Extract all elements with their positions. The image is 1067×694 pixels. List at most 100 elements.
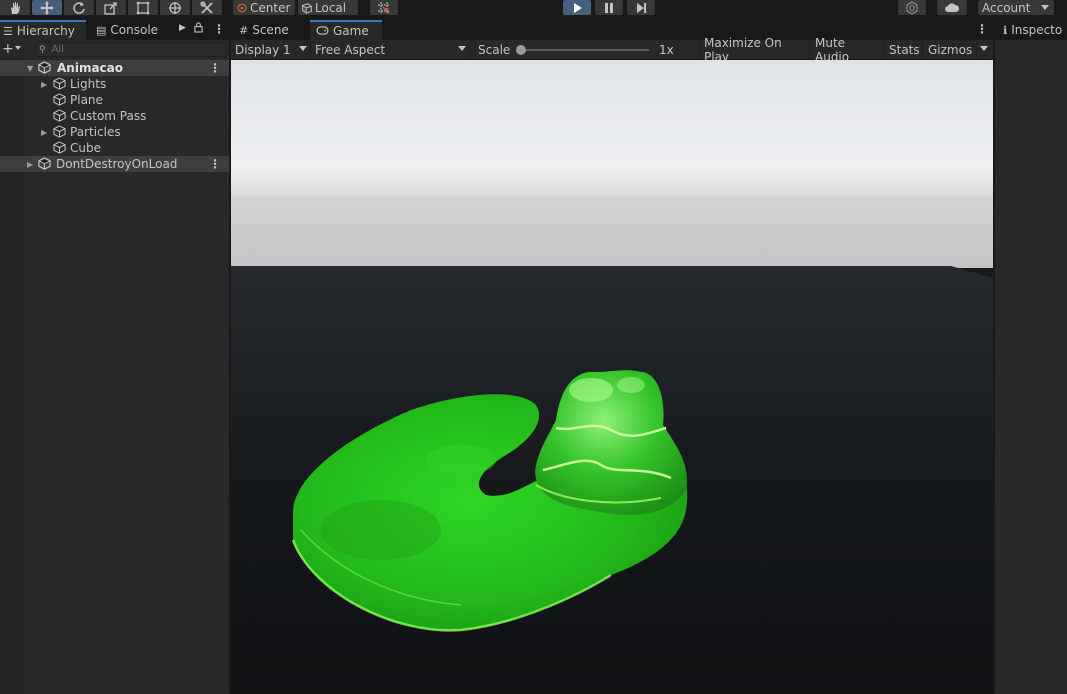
custom-tool-button[interactable]	[192, 0, 222, 15]
tab-hierarchy[interactable]: ☰ Hierarchy	[0, 20, 86, 40]
collapsed-arrow-icon[interactable]: ▶	[41, 80, 47, 89]
cloud-icon	[945, 2, 959, 12]
gameobject-cube-icon	[53, 93, 66, 106]
tab-inspector[interactable]: ℹ Inspecto	[1001, 20, 1067, 40]
play-icon	[574, 2, 582, 13]
tab-console-label: Console	[110, 23, 159, 37]
rect-tool-button[interactable]	[128, 0, 158, 15]
unity-scene-icon	[38, 157, 51, 170]
maximize-on-play-button[interactable]: Maximize On Play	[700, 36, 810, 64]
transform-tool-button[interactable]	[160, 0, 190, 15]
expanded-arrow-icon[interactable]: ▼	[27, 64, 33, 73]
collapsed-arrow-icon[interactable]: ▶	[27, 160, 33, 169]
hierarchy-item-label: Cube	[70, 141, 101, 155]
scene-menu-icon[interactable]: ⋮	[209, 61, 221, 75]
tab-hierarchy-label: Hierarchy	[16, 24, 75, 38]
rotate-tool-button[interactable]	[64, 0, 94, 15]
gizmos-label: Gizmos	[928, 42, 973, 57]
step-button[interactable]	[627, 0, 655, 15]
hierarchy-tab-bar: ☰ Hierarchy ▤ Console ▶ ⋮	[0, 20, 229, 40]
inspector-panel	[995, 40, 1067, 694]
play-button[interactable]	[563, 0, 591, 15]
aspect-dropdown[interactable]: Free Aspect	[311, 40, 471, 59]
hierarchy-item-lights[interactable]: ▶ Lights	[0, 76, 229, 92]
scale-value: 1x	[659, 42, 674, 57]
tab-inspector-label: Inspecto	[1011, 23, 1063, 37]
hierarchy-item-cube[interactable]: Cube	[0, 140, 229, 156]
grid-snap-icon	[378, 1, 390, 14]
panel-menu-icon[interactable]: ⋮	[213, 22, 225, 36]
move-tool-button[interactable]	[32, 0, 62, 15]
tab-game-label: Game	[333, 24, 369, 38]
play-mode-arrow-icon[interactable]: ▶	[179, 23, 186, 33]
account-label: Account	[982, 0, 1031, 15]
display-dropdown[interactable]: Display 1	[231, 40, 311, 59]
stats-label: Stats	[889, 42, 920, 57]
gizmos-dropdown[interactable]: Gizmos	[924, 40, 993, 59]
stats-button[interactable]: Stats	[885, 40, 923, 59]
add-icon[interactable]: +	[2, 41, 14, 57]
game-panel-menu-icon[interactable]: ⋮	[976, 22, 988, 36]
space-local-button[interactable]: Local	[298, 0, 358, 15]
mute-audio-button[interactable]: Mute Audio	[811, 36, 885, 64]
tab-game[interactable]: Game	[310, 20, 382, 40]
chevron-down-icon	[458, 46, 466, 51]
unity-scene-icon	[38, 61, 51, 74]
gamepad-icon	[316, 25, 329, 38]
space-label: Local	[315, 0, 347, 15]
pivot-icon	[237, 3, 247, 12]
scale-slider-track[interactable]	[519, 49, 649, 51]
hierarchy-item-label: Lights	[70, 77, 107, 91]
hierarchy-item-plane[interactable]: Plane	[0, 92, 229, 108]
pause-button[interactable]	[595, 0, 623, 15]
tab-scene-label: Scene	[252, 23, 289, 37]
pivot-label: Center	[250, 0, 291, 15]
chevron-down-icon	[299, 46, 307, 51]
tab-console[interactable]: ▤ Console	[90, 20, 172, 40]
account-dropdown[interactable]: Account	[978, 0, 1054, 15]
scale-control: Scale 1x	[474, 40, 700, 59]
aspect-label: Free Aspect	[315, 42, 386, 57]
hierarchy-search-input[interactable]: ⚲ All	[35, 42, 227, 57]
lock-icon[interactable]	[194, 22, 203, 36]
scale-tool-button[interactable]	[96, 0, 126, 15]
gameobject-cube-icon	[53, 77, 66, 90]
pivot-center-button[interactable]: Center	[233, 0, 295, 15]
list-icon: ☰	[3, 24, 13, 38]
game-toolbar: Display 1 Free Aspect Scale 1x Maximize …	[231, 36, 993, 64]
chevron-down-icon	[1041, 5, 1049, 10]
scene-name: Animacao	[57, 61, 123, 75]
collab-icon	[906, 0, 918, 15]
search-placeholder: All	[51, 44, 64, 55]
gameobject-cube-icon	[53, 125, 66, 138]
move-icon	[40, 0, 54, 15]
search-icon: ⚲	[39, 44, 46, 55]
tab-scene[interactable]: # Scene	[233, 20, 307, 40]
hierarchy-item-custom-pass[interactable]: Custom Pass	[0, 108, 229, 124]
add-dropdown-chevron-icon[interactable]	[15, 46, 21, 50]
console-icon: ▤	[96, 23, 107, 37]
cloud-button[interactable]	[937, 0, 967, 15]
tools-icon	[200, 0, 213, 14]
chevron-down-icon	[980, 46, 988, 51]
info-icon: ℹ	[1003, 23, 1008, 37]
hand-tool-button[interactable]	[0, 0, 30, 15]
scale-icon	[104, 1, 117, 15]
scale-slider-thumb[interactable]	[516, 45, 526, 55]
hierarchy-item-label: Custom Pass	[70, 109, 147, 123]
hierarchy-item-particles[interactable]: ▶ Particles	[0, 124, 229, 140]
hand-icon	[11, 1, 20, 14]
grid-icon: #	[239, 23, 249, 37]
local-space-icon	[301, 2, 313, 14]
hierarchy-item-label: Plane	[70, 93, 103, 107]
game-viewport[interactable]	[231, 60, 993, 694]
collab-button[interactable]	[898, 0, 926, 15]
collapsed-arrow-icon[interactable]: ▶	[41, 128, 47, 137]
pause-icon	[605, 2, 613, 13]
gameobject-cube-icon	[53, 141, 66, 154]
snap-grid-button[interactable]	[370, 0, 398, 15]
hierarchy-dontdestroy-row[interactable]: ▶ DontDestroyOnLoad ⋮	[0, 156, 229, 172]
dontdestroy-menu-icon[interactable]: ⋮	[209, 157, 221, 171]
hierarchy-scene-row[interactable]: ▼ Animacao ⋮	[0, 60, 229, 76]
inspector-tab-bar: ℹ Inspecto	[995, 20, 1067, 40]
